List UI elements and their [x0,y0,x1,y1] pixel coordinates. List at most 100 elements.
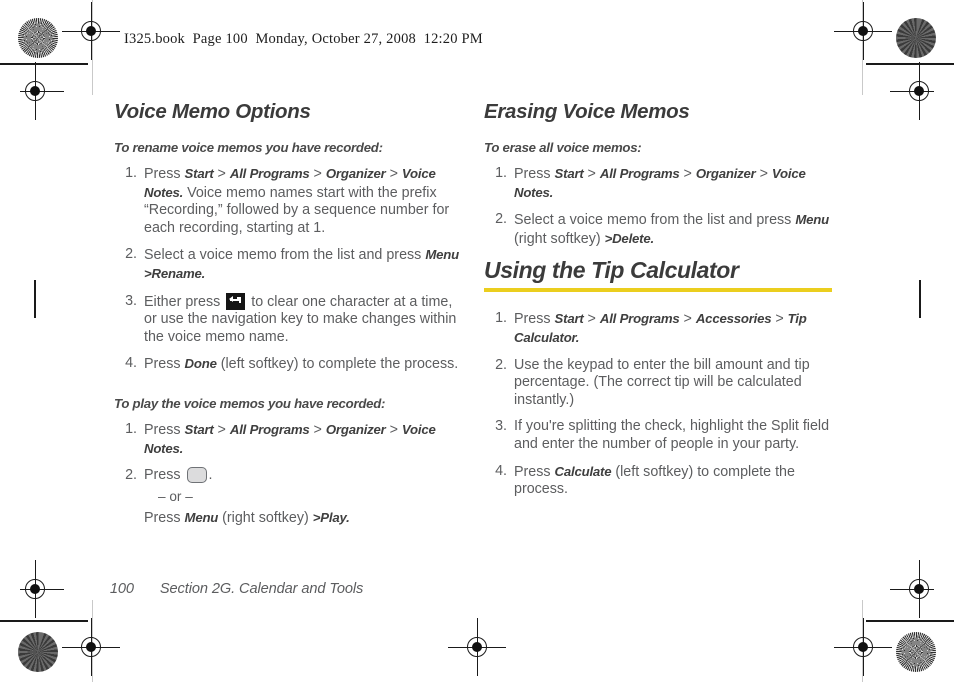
step-item: 4. Press Calculate (left softkey) to comp… [484,463,832,499]
trim-tick-left [34,280,36,318]
step-text-before: Select a voice memo from the list and pr… [144,247,422,264]
registration-rosette-bottom-right [896,632,936,672]
step-item: 2. Press . – or – Press Menu (right softk… [114,467,462,528]
step-number: 1. [125,165,137,181]
registration-rosette-top-left [18,18,58,58]
lead-play-voice-memos: To play the voice memos you have recorde… [114,395,386,411]
accent-rule [484,288,832,293]
softkey-done: Done [184,356,217,372]
heading-erasing-voice-memos: Erasing Voice Memos [484,100,690,123]
menu-path-all-programs: All Programs [599,166,680,181]
crop-mark-bottom-left [0,620,88,622]
menu-path-start: Start [554,166,584,181]
softkey-calculate: Calculate [554,463,612,479]
step-text-before: Press [514,463,551,480]
footer-section-title: Section 2G. Calendar and Tools [159,581,364,597]
footer-page-number: 100 [109,581,134,597]
menu-path-all-programs: All Programs [229,166,310,181]
menu-path-organizer: Organizer [325,421,386,437]
left-column: Voice Memo Options To rename voice memos… [114,100,462,537]
step-item: 1. Press Start > All Programs > Organizer… [114,165,462,237]
step-number: 2. [125,246,137,263]
trim-tick-right [919,280,921,318]
steps-rename-voice-memos: 1. Press Start > All Programs > Organizer… [114,165,462,374]
menu-path-all-programs: All Programs [229,421,310,437]
menu-path-start: Start [554,311,584,327]
trim-line-left-top [92,0,93,95]
period: . [650,230,655,246]
step-text: Use the keypad to enter the bill amount … [514,356,810,408]
steps-play-voice-memos: 1. Press Start > All Programs > Organizer… [114,421,462,528]
step-item: 2. Select a voice memo from the list and … [114,246,462,283]
step-number: 4. [125,355,137,372]
step-number: 1. [495,165,507,181]
running-header: I325.book Page 100 Monday, October 27, 2… [124,31,483,47]
softkey-menu: Menu [425,247,459,263]
step-item: 4. Press Done (left softkey) to complete … [114,355,462,374]
step-press-label: Press [514,166,551,182]
steps-erasing-voice-memos: 1. Press Start > All Programs > Organizer… [484,165,832,248]
document-page: I325.book Page 100 Monday, October 27, 2… [0,0,954,682]
step-item: 3. Either press to clear one character at… [114,292,462,347]
step-number: 2. [495,211,507,228]
menu-item-play: Play [320,510,347,526]
step-press-label: Press [144,166,181,182]
softkey-menu: Menu [795,212,829,228]
step-press-label: Press [514,311,551,328]
step-text: If you're splitting the check, highlight… [514,418,830,452]
step-text-after: (left softkey) to complete the process. [220,356,459,373]
registration-target-top-left [62,2,120,60]
step-item: 1. Press Start > All Programs > Organizer… [114,421,462,458]
menu-path-all-programs: All Programs [599,311,680,327]
step-item: 2. Use the keypad to enter the bill amoun… [484,357,832,410]
period: . [346,510,350,526]
crop-mark-bottom-right [866,620,954,622]
step-number: 2. [495,356,507,373]
softkey-menu: Menu [184,510,219,526]
step-item: 2. Select a voice memo from the list and … [484,211,832,248]
crop-mark-top-right [866,63,954,65]
step-item: 1. Press Start > All Programs > Organizer… [484,165,832,202]
registration-target-bottom-center [448,618,506,676]
steps-tip-calculator: 1. Press Start > All Programs > Accessori… [484,310,832,498]
period: . [549,184,554,200]
heading-using-tip-calculator: Using the Tip Calculator [484,257,739,284]
step-number: 1. [495,310,507,327]
menu-path-accessories: Accessories [695,311,772,327]
step-press-label: Press [144,421,181,438]
registration-rosette-bottom-left [18,632,58,672]
center-key-icon [186,467,207,484]
registration-target-bottom-left [62,618,120,676]
or-separator: – or – [158,488,193,504]
back-key-icon [226,292,246,310]
path-separator: > [604,230,613,246]
right-column: Erasing Voice Memos To erase all voice m… [484,100,832,508]
menu-path-start: Start [184,166,214,181]
registration-target-right-upper [890,62,934,120]
period: . [575,329,580,345]
period: . [201,265,206,281]
menu-item-delete: Delete [612,230,651,246]
menu-path-organizer: Organizer [695,166,756,181]
step-number: 3. [125,292,137,309]
step-item: 1. Press Start > All Programs > Accessori… [484,310,832,347]
page-footer: 100 Section 2G. Calendar and Tools [94,565,364,613]
menu-path-start: Start [184,421,214,437]
lead-erase-all-voice-memos: To erase all voice memos: [484,140,642,155]
menu-path-organizer: Organizer [325,166,386,181]
period: . [179,440,184,456]
lead-rename-voice-memos: To rename voice memos you have recorded: [114,140,383,155]
step-text-before: Select a voice memo from the list and pr… [514,212,792,229]
menu-item-rename: Rename [151,265,202,281]
step-item: 3. If you're splitting the check, highlig… [484,418,832,453]
registration-target-right-lower [890,560,934,618]
step-text-before: Either press [144,293,221,310]
alt-middle-text: (right softkey) [222,510,309,527]
registration-target-left-lower [20,560,64,618]
step-text-before: Press [144,356,181,373]
step-text-middle: (right softkey) [514,230,601,247]
step-number: 2. [125,467,137,484]
registration-target-bottom-right [834,618,892,676]
heading-voice-memo-options: Voice Memo Options [114,100,311,123]
registration-rosette-top-right [896,18,936,58]
